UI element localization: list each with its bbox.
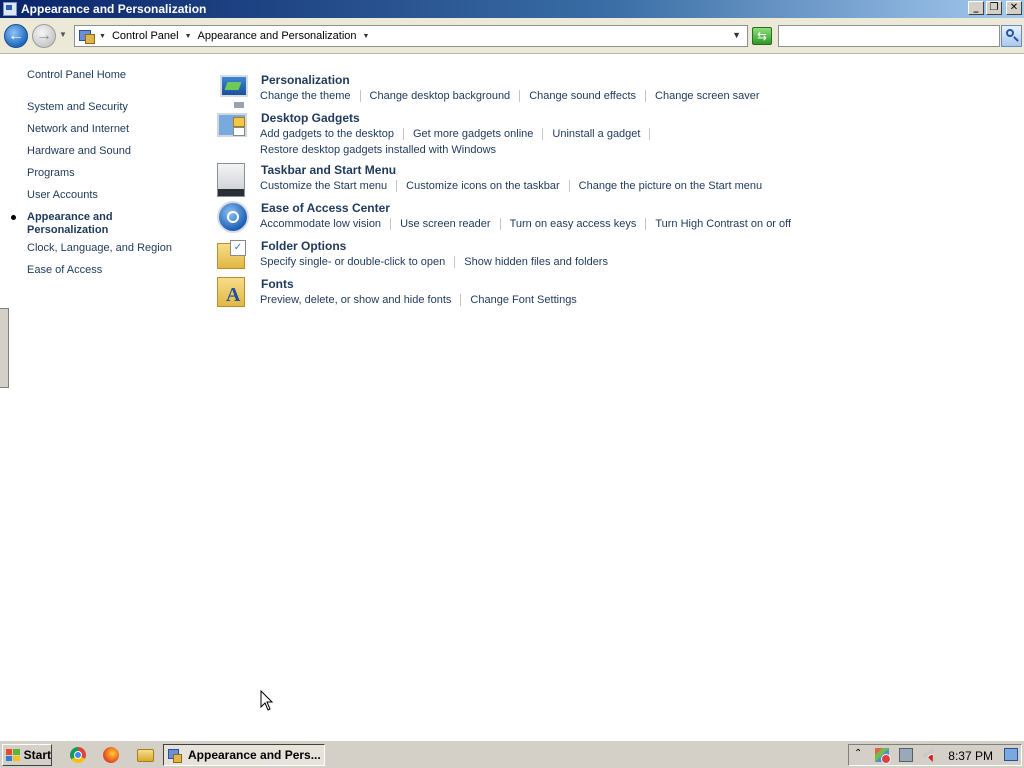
show-desktop-icon[interactable]	[1004, 748, 1018, 761]
desktop-gadgets-icon[interactable]	[217, 113, 247, 137]
sidebar-edge-tab[interactable]	[0, 308, 9, 388]
recent-pages-dropdown[interactable]: ▼	[59, 30, 67, 39]
window-title: Appearance and Personalization	[21, 2, 207, 16]
start-button[interactable]: Start	[2, 744, 52, 766]
task-links: Preview, delete, or show and hide fonts C…	[260, 292, 577, 308]
task-link-add-gadgets[interactable]: Add gadgets to the desktop	[260, 126, 394, 142]
search-input[interactable]	[778, 25, 1000, 47]
task-link-uninstall-gadget[interactable]: Uninstall a gadget	[552, 126, 640, 142]
breadcrumb-arrow-icon[interactable]: ▼	[363, 33, 370, 40]
folder-options-icon[interactable]	[217, 240, 246, 269]
task-link-change-start-picture[interactable]: Change the picture on the Start menu	[579, 178, 762, 194]
task-link-accommodate-low-vision[interactable]: Accommodate low vision	[260, 216, 381, 232]
task-link-show-hidden-files[interactable]: Show hidden files and folders	[464, 254, 608, 270]
clock[interactable]: 8:37 PM	[948, 749, 993, 763]
control-panel-icon	[168, 748, 182, 763]
start-label: Start	[23, 748, 51, 762]
forward-arrow-icon: →	[36, 27, 52, 44]
task-link-change-theme[interactable]: Change the theme	[260, 88, 351, 104]
action-center-flag-icon[interactable]	[875, 748, 891, 764]
task-links: Add gadgets to the desktop Get more gadge…	[260, 126, 659, 158]
ease-of-access-icon[interactable]	[217, 201, 249, 233]
back-arrow-icon: ←	[8, 27, 24, 44]
personalization-icon[interactable]	[220, 75, 248, 108]
sidebar-item-user-accounts[interactable]: User Accounts	[27, 189, 98, 201]
task-links: Accommodate low vision Use screen reader T…	[260, 216, 791, 232]
task-link-customize-start-menu[interactable]: Customize the Start menu	[260, 178, 387, 194]
network-icon[interactable]	[899, 748, 913, 762]
section-title-ease-of-access[interactable]: Ease of Access Center	[261, 201, 390, 215]
refresh-icon: ⇆	[756, 29, 768, 43]
section-title-fonts[interactable]: Fonts	[261, 277, 294, 291]
task-link-change-screen-saver[interactable]: Change screen saver	[655, 88, 760, 104]
breadcrumb-arrow-icon[interactable]: ▼	[185, 33, 192, 40]
task-links: Change the theme Change desktop backgroun…	[260, 88, 760, 104]
taskbar: Start Appearance and Pers... ⌃ 8:37 PM	[0, 740, 1024, 768]
sidebar-item-appearance-current: Appearance and Personalization	[27, 211, 113, 236]
task-link-high-contrast[interactable]: Turn High Contrast on or off	[655, 216, 791, 232]
taskbar-window-button[interactable]: Appearance and Pers...	[163, 744, 325, 766]
system-tray: ⌃ 8:37 PM	[848, 744, 1022, 766]
taskbar-start-menu-icon[interactable]	[217, 163, 245, 197]
show-hidden-icons-icon[interactable]: ⌃	[854, 748, 862, 759]
search-button[interactable]	[1001, 25, 1022, 47]
current-page-bullet-icon	[11, 215, 16, 220]
task-link-easy-access-keys[interactable]: Turn on easy access keys	[510, 216, 637, 232]
mouse-cursor-icon	[260, 690, 274, 711]
sidebar-item-system-security[interactable]: System and Security	[27, 101, 128, 113]
task-link-change-sound-effects[interactable]: Change sound effects	[529, 88, 636, 104]
address-box[interactable]: ▼ Control Panel ▼ Appearance and Persona…	[74, 25, 748, 47]
sidebar-item-programs[interactable]: Programs	[27, 167, 75, 179]
minimize-button[interactable]: _	[968, 1, 984, 15]
breadcrumb-appearance[interactable]: Appearance and Personalization	[198, 30, 357, 42]
refresh-button[interactable]: ⇆	[752, 27, 772, 45]
explorer-icon[interactable]	[137, 749, 154, 762]
breadcrumb-control-panel[interactable]: Control Panel	[112, 30, 179, 42]
control-panel-icon	[79, 29, 95, 44]
back-button[interactable]: ←	[4, 24, 28, 48]
control-panel-icon	[3, 2, 17, 16]
sidebar-item-hardware-sound[interactable]: Hardware and Sound	[27, 145, 131, 157]
title-bar: Appearance and Personalization _ ❐ ✕	[0, 0, 1024, 18]
taskbar-window-label: Appearance and Pers...	[188, 748, 321, 762]
chrome-icon[interactable]	[70, 747, 86, 763]
maximize-button[interactable]: ❐	[986, 1, 1002, 15]
volume-muted-icon[interactable]	[923, 748, 933, 762]
task-links: Customize the Start menu Customize icons …	[260, 178, 762, 194]
task-link-get-more-gadgets[interactable]: Get more gadgets online	[413, 126, 533, 142]
task-link-use-screen-reader[interactable]: Use screen reader	[400, 216, 491, 232]
address-history-dropdown[interactable]: ▼	[732, 30, 741, 40]
task-link-preview-fonts[interactable]: Preview, delete, or show and hide fonts	[260, 292, 451, 308]
section-title-folder-options[interactable]: Folder Options	[261, 239, 346, 253]
navigation-bar: ← → ▼ ▼ Control Panel ▼ Appearance and P…	[0, 18, 1024, 54]
task-link-single-double-click[interactable]: Specify single- or double-click to open	[260, 254, 445, 270]
sidebar-item-clock-language-region[interactable]: Clock, Language, and Region	[27, 242, 172, 254]
section-title-taskbar-start-menu[interactable]: Taskbar and Start Menu	[261, 163, 396, 177]
task-link-customize-taskbar-icons[interactable]: Customize icons on the taskbar	[406, 178, 559, 194]
task-link-change-font-settings[interactable]: Change Font Settings	[470, 292, 576, 308]
section-title-desktop-gadgets[interactable]: Desktop Gadgets	[261, 111, 360, 125]
sidebar-item-ease-of-access[interactable]: Ease of Access	[27, 264, 102, 276]
task-link-change-background[interactable]: Change desktop background	[370, 88, 511, 104]
forward-button[interactable]: →	[32, 24, 56, 48]
close-button[interactable]: ✕	[1006, 1, 1022, 15]
task-link-restore-gadgets[interactable]: Restore desktop gadgets installed with W…	[260, 142, 496, 158]
windows-logo-icon	[6, 749, 20, 761]
fonts-icon[interactable]	[217, 277, 245, 307]
control-panel-home-link[interactable]: Control Panel Home	[27, 69, 126, 81]
sidebar-item-network-internet[interactable]: Network and Internet	[27, 123, 129, 135]
breadcrumb-arrow-icon[interactable]: ▼	[99, 33, 106, 40]
window-controls: _ ❐ ✕	[968, 1, 1022, 15]
task-links: Specify single- or double-click to open S…	[260, 254, 608, 270]
section-title-personalization[interactable]: Personalization	[261, 73, 350, 87]
firefox-icon[interactable]	[103, 747, 119, 763]
